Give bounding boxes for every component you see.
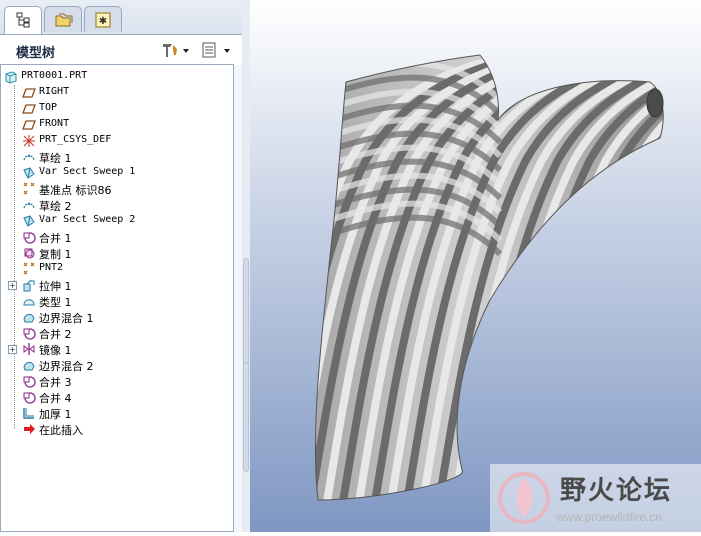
style-icon xyxy=(23,299,35,306)
datum-plane-icon xyxy=(22,120,36,130)
panel-splitter[interactable] xyxy=(242,0,250,532)
tree-item-label: RIGHT xyxy=(39,86,70,97)
tree-item-label: TOP xyxy=(39,102,58,113)
tree-item-label: 合并 2 xyxy=(39,328,72,341)
tree-item[interactable]: 合并 3 xyxy=(1,373,235,389)
tree-root-label: PRT0001.PRT xyxy=(21,70,88,81)
datum-point-icon xyxy=(23,262,35,275)
tree-item[interactable]: FRONT xyxy=(1,117,235,133)
tree-item[interactable]: Var Sect Sweep 2 xyxy=(1,213,235,229)
datum-point-icon xyxy=(23,182,35,195)
tree-item[interactable]: RIGHT xyxy=(1,85,235,101)
tree-item[interactable]: 草绘 2 xyxy=(1,197,235,213)
tree-item-label: 合并 1 xyxy=(39,232,72,245)
tree-item-label: 合并 4 xyxy=(39,392,72,405)
tree-item[interactable]: + 镜像 1 xyxy=(1,341,235,357)
tree-item-label: 拉伸 1 xyxy=(39,280,72,293)
svg-text:✱: ✱ xyxy=(99,16,107,27)
tree-item-label: 合并 3 xyxy=(39,376,72,389)
thicken-icon xyxy=(23,408,34,419)
part-icon xyxy=(5,71,17,84)
merge-icon xyxy=(23,376,36,388)
tree-item-label: Var Sect Sweep 2 xyxy=(39,214,136,225)
tree-item-label: PRT_CSYS_DEF xyxy=(39,134,112,145)
model-tree: PRT0001.PRT RIGHT TOP FRONT PRT_CSYS_DEF 草绘 … xyxy=(0,64,234,532)
tree-item-label: 镜像 1 xyxy=(39,344,72,357)
tree-item[interactable]: 边界混合 1 xyxy=(1,309,235,325)
watermark-title: 野火论坛 xyxy=(560,476,673,506)
watermark: 野火论坛 www.proewildfire.cn xyxy=(490,464,701,532)
forum-logo-icon xyxy=(498,472,550,524)
tree-root[interactable]: PRT0001.PRT xyxy=(1,69,235,85)
graphics-viewport[interactable]: 野火论坛 www.proewildfire.cn xyxy=(250,0,701,532)
tree-item[interactable]: Var Sect Sweep 1 xyxy=(1,165,235,181)
tree-item[interactable]: 在此插入 xyxy=(1,421,235,437)
zebra-stripe xyxy=(656,55,664,500)
tab-folder-browser[interactable] xyxy=(44,6,82,32)
model-tree-panel: ✱ 模型树 PRT0001.PRT RIGHT TOP FRONT PRT_CS… xyxy=(0,0,245,532)
copy-icon xyxy=(24,248,35,259)
boundary-blend-icon xyxy=(23,313,35,323)
zebra-surface xyxy=(315,55,664,500)
star-icon: ✱ xyxy=(95,12,111,28)
datum-plane-icon xyxy=(22,104,36,114)
tree-item[interactable]: 合并 4 xyxy=(1,389,235,405)
boundary-blend-icon xyxy=(23,361,35,371)
tree-item[interactable]: 基准点 标识86 xyxy=(1,181,235,197)
tree-item-label: 基准点 标识86 xyxy=(39,184,112,197)
expand-toggle[interactable]: + xyxy=(8,345,17,354)
tree-item[interactable]: 类型 1 xyxy=(1,293,235,309)
splitter-grip-bottom[interactable] xyxy=(243,362,249,472)
tree-item[interactable]: PNT2 xyxy=(1,261,235,277)
tree-item-label: 边界混合 2 xyxy=(39,360,94,373)
tree-item[interactable]: PRT_CSYS_DEF xyxy=(1,133,235,149)
sweep-icon xyxy=(23,215,35,227)
tree-item[interactable]: 合并 2 xyxy=(1,325,235,341)
tab-favorites[interactable]: ✱ xyxy=(84,6,122,32)
merge-icon xyxy=(23,392,36,404)
insert-arrow-icon xyxy=(24,424,35,434)
splitter-grip-top[interactable] xyxy=(243,258,249,368)
tree-item-label: Var Sect Sweep 1 xyxy=(39,166,136,177)
tree-item[interactable]: + 拉伸 1 xyxy=(1,277,235,293)
tree-item[interactable]: TOP xyxy=(1,101,235,117)
panel-title: 模型树 xyxy=(16,46,56,61)
tree-item[interactable]: 合并 1 xyxy=(1,229,235,245)
sketch-icon xyxy=(23,202,35,209)
expand-toggle[interactable]: + xyxy=(8,281,17,290)
settings-menu-button[interactable] xyxy=(160,41,192,59)
tree-item-label: 边界混合 1 xyxy=(39,312,94,325)
pipe-opening xyxy=(646,88,664,118)
tree-item-label: 复制 1 xyxy=(39,248,72,261)
tree-item[interactable]: 复制 1 xyxy=(1,245,235,261)
tree-item-label: PNT2 xyxy=(39,262,64,273)
tree-item-label: 类型 1 xyxy=(39,296,72,309)
tree-item-label: 草绘 1 xyxy=(39,152,72,165)
show-menu-button[interactable] xyxy=(200,41,234,59)
panel-header: 模型树 xyxy=(0,34,244,65)
tab-model-tree[interactable] xyxy=(4,6,42,34)
merge-icon xyxy=(23,232,36,244)
model-tree-tab-icon xyxy=(16,12,30,28)
list-icon xyxy=(202,42,230,58)
model-render xyxy=(314,54,664,501)
datum-plane-icon xyxy=(22,88,36,98)
tree-item-label: 在此插入 xyxy=(39,424,83,437)
sweep-icon xyxy=(23,167,35,179)
folder-icon xyxy=(55,13,73,27)
tree-item-label: 草绘 2 xyxy=(39,200,72,213)
csys-icon xyxy=(23,135,35,147)
panel-tabs: ✱ xyxy=(0,0,244,34)
tools-icon xyxy=(163,44,189,57)
merge-icon xyxy=(23,328,36,340)
watermark-url: www.proewildfire.cn xyxy=(556,510,663,524)
tree-item[interactable]: 加厚 1 xyxy=(1,405,235,421)
mirror-icon xyxy=(23,343,35,355)
tree-item[interactable]: 边界混合 2 xyxy=(1,357,235,373)
tree-item[interactable]: 草绘 1 xyxy=(1,149,235,165)
tree-item-label: 加厚 1 xyxy=(39,408,72,421)
extrude-icon xyxy=(23,279,35,292)
sketch-icon xyxy=(23,154,35,161)
tree-item-label: FRONT xyxy=(39,118,70,129)
